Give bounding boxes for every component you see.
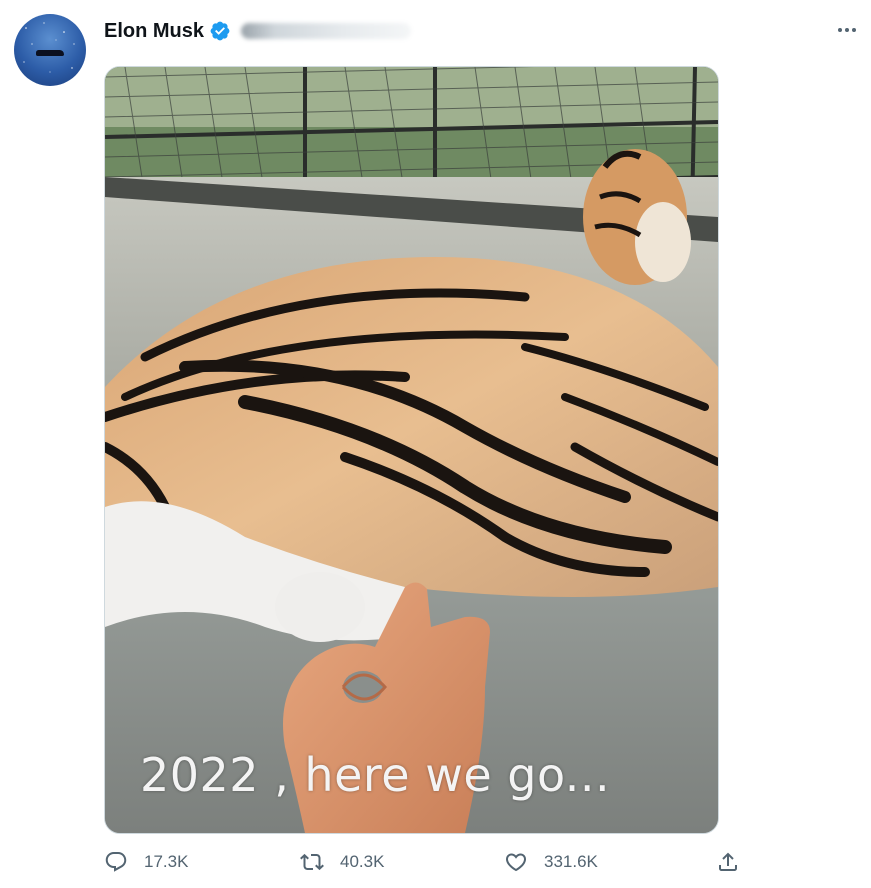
tweet-actions: 17.3K 40.3K 331.6K [104, 850, 744, 884]
retweet-button[interactable]: 40.3K [300, 850, 384, 874]
verified-badge-icon [210, 21, 230, 41]
share-button[interactable] [716, 850, 740, 874]
more-horizontal-icon[interactable] [835, 22, 859, 38]
like-count: 331.6K [544, 852, 598, 871]
reply-count: 17.3K [144, 852, 189, 871]
heart-icon [505, 853, 527, 872]
retweet-count: 40.3K [340, 852, 385, 871]
reply-button[interactable]: 17.3K [104, 850, 188, 874]
reply-icon [105, 852, 127, 872]
retweet-icon [300, 853, 324, 871]
tweet-media[interactable] [104, 66, 719, 834]
like-button[interactable]: 331.6K [504, 850, 598, 874]
tiger-photo [105, 67, 718, 833]
avatar[interactable] [14, 14, 86, 86]
avatar-car-silhouette [36, 50, 64, 56]
share-icon [719, 852, 737, 871]
author-name[interactable]: Elon Musk [104, 20, 204, 43]
tweet-header: Elon Musk [104, 18, 412, 44]
handle-blurred [241, 23, 412, 39]
media-caption: 2022 , here we go... [140, 748, 611, 802]
